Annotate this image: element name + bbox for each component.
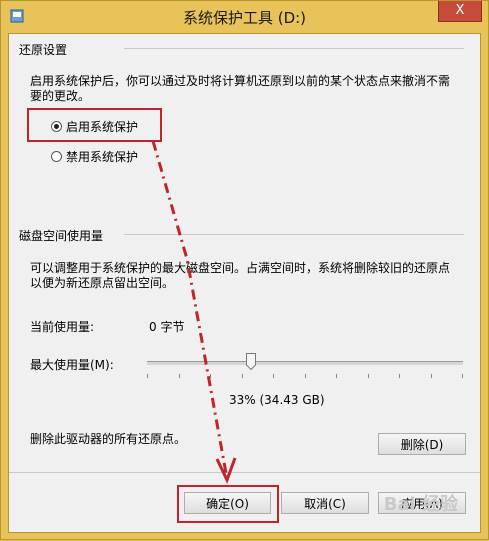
cancel-button[interactable]: 取消(C) <box>281 492 369 514</box>
highlight-box-ok <box>177 485 279 523</box>
slider-tick <box>241 374 243 378</box>
radio-unselected-icon <box>51 151 62 162</box>
slider-tick <box>462 374 463 378</box>
delete-restore-points-text: 删除此驱动器的所有还原点。 <box>30 432 187 446</box>
slider-tick <box>178 374 180 378</box>
slider-tick <box>304 374 306 378</box>
disable-protection-radio[interactable]: 禁用系统保护 <box>51 148 138 165</box>
window-title: 系统保护工具 (D:) <box>182 9 307 27</box>
slider-tick <box>147 374 148 378</box>
title-bar: 系统保护工具 (D:) X <box>1 1 488 33</box>
slider-tick <box>399 374 400 378</box>
current-usage-value: 0 字节 <box>149 320 185 334</box>
restore-description-line2: 要的更改。 <box>30 89 91 103</box>
close-button[interactable]: X <box>438 1 482 22</box>
slider-tick <box>430 374 432 378</box>
slider-track <box>147 361 463 365</box>
watermark: Bai 经验 <box>383 494 458 515</box>
delete-button[interactable]: 删除(D) <box>378 433 466 455</box>
max-usage-slider[interactable] <box>147 350 463 380</box>
slider-tick <box>273 374 274 378</box>
disk-group-divider <box>124 234 464 235</box>
restore-description-line1: 启用系统保护后，你可以通过及时将计算机还原到以前的某个状态点来撤消不需 <box>30 74 451 88</box>
footer-divider <box>9 472 480 473</box>
slider-tick <box>367 374 369 378</box>
restore-group-divider <box>124 48 464 49</box>
dialog-content: 还原设置 启用系统保护后，你可以通过及时将计算机还原到以前的某个状态点来撤消不需… <box>8 33 481 533</box>
system-protection-dialog: 系统保护工具 (D:) X 还原设置 启用系统保护后，你可以通过及时将计算机还原… <box>0 0 489 540</box>
disk-usage-heading: 磁盘空间使用量 <box>19 229 104 243</box>
disk-description-line2: 以便为新还原点留出空间。 <box>30 276 175 290</box>
disable-protection-label: 禁用系统保护 <box>66 150 139 164</box>
current-usage-label: 当前使用量: <box>30 320 95 334</box>
max-usage-label: 最大使用量(M): <box>30 358 114 372</box>
slider-tick <box>210 374 211 378</box>
max-usage-value: 33% (34.43 GB) <box>229 393 325 407</box>
highlight-box-enable <box>27 108 162 142</box>
slider-thumb[interactable] <box>246 353 257 370</box>
restore-settings-heading: 还原设置 <box>19 43 68 57</box>
slider-tick <box>336 374 337 378</box>
